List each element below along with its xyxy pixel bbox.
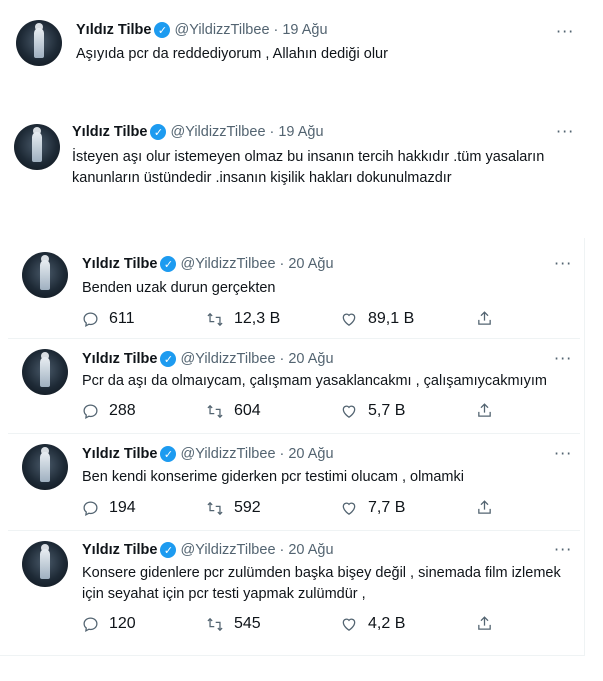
verified-badge-icon: ✓ [160,446,177,462]
tweet-date[interactable]: 20 Ağu [288,256,333,272]
retweet-count: 592 [234,499,261,516]
retweet-icon [207,312,223,326]
verified-badge-icon: ✓ [160,256,177,272]
retweet-icon [207,501,223,515]
more-icon[interactable]: ··· [554,444,572,463]
tweet-date[interactable]: 20 Ağu [288,542,333,558]
verified-badge-icon: ✓ [160,542,177,558]
like-count: 7,7 B [368,499,406,516]
tweet-date[interactable]: 19 Ağu [282,22,327,38]
reply-count: 288 [109,402,136,419]
reply-icon [83,500,98,516]
avatar[interactable] [22,252,68,298]
avatar[interactable] [16,20,62,66]
author-name[interactable]: Yıldız Tilbe [76,22,151,38]
tweet-date[interactable]: 20 Ağu [288,446,333,462]
like-button[interactable]: 4,2 B [340,615,405,633]
retweet-count: 545 [234,615,261,632]
avatar[interactable] [22,444,68,490]
author-name[interactable]: Yıldız Tilbe [82,351,157,367]
more-icon[interactable]: ··· [554,540,572,559]
tweet[interactable]: Yıldız Tilbe ✓ @YildizzTilbee · 19 Ağu ·… [0,112,603,222]
tweet-text: Aşıyıda pcr da reddediyorum , Allahın de… [76,46,388,62]
tweet-text: Konsere gidenlere pcr zulümden başka biş… [82,565,561,602]
like-icon [342,313,356,326]
like-button[interactable]: 89,1 B [340,310,414,328]
author-name[interactable]: Yıldız Tilbe [82,256,157,272]
verified-badge-icon: ✓ [154,22,171,38]
separator-dot: · [279,542,285,558]
author-handle[interactable]: @YildizzTilbee [180,351,275,367]
author-handle[interactable]: @YildizzTilbee [170,124,265,140]
retweet-button[interactable]: 545 [206,615,261,633]
share-button[interactable] [476,402,503,419]
reply-button[interactable]: 611 [82,310,135,328]
separator-dot: · [279,351,285,367]
share-button[interactable] [476,615,503,632]
share-icon [478,616,491,630]
more-icon[interactable]: ··· [556,22,574,41]
retweet-button[interactable]: 12,3 B [206,310,280,328]
verified-badge-icon: ✓ [150,124,167,140]
separator-dot: · [269,124,275,140]
retweet-icon [207,617,223,631]
like-count: 4,2 B [368,615,406,632]
like-button[interactable]: 5,7 B [340,402,405,420]
retweet-button[interactable]: 592 [206,499,261,517]
tweet-text: Pcr da aşı da olmaıycam, çalışmam yasakl… [82,373,547,389]
reply-count: 120 [109,615,136,632]
tweet[interactable]: Yıldız Tilbe ✓ @YildizzTilbee · 20 Ağu ·… [0,531,603,651]
share-icon [478,500,491,514]
author-handle[interactable]: @YildizzTilbee [180,542,275,558]
retweet-icon [207,404,223,418]
tweet-date[interactable]: 20 Ağu [288,351,333,367]
retweet-count: 604 [234,402,261,419]
tweet[interactable]: Yıldız Tilbe ✓ @YildizzTilbee · 20 Ağu ·… [0,240,603,338]
reply-icon [83,403,98,419]
separator-dot: · [273,22,279,38]
more-icon[interactable]: ··· [556,122,574,141]
like-icon [342,502,356,515]
reply-button[interactable]: 288 [82,402,136,420]
reply-button[interactable]: 120 [82,615,136,633]
avatar[interactable] [22,349,68,395]
like-button[interactable]: 7,7 B [340,499,405,517]
tweet-text: Ben kendi konserime giderken pcr testimi… [82,469,464,485]
separator-dot: · [279,256,285,272]
reply-count: 194 [109,499,136,516]
author-handle[interactable]: @YildizzTilbee [180,446,275,462]
more-icon[interactable]: ··· [554,254,572,273]
share-icon [478,311,491,325]
reply-icon [83,311,98,327]
tweet-text: Benden uzak durun gerçekten [82,280,276,296]
retweet-button[interactable]: 604 [206,402,261,420]
separator-dot: · [279,446,285,462]
like-count: 5,7 B [368,402,406,419]
avatar[interactable] [22,541,68,587]
reply-icon [83,616,98,632]
author-name[interactable]: Yıldız Tilbe [82,446,157,462]
share-icon [478,403,491,417]
author-handle[interactable]: @YildizzTilbee [180,256,275,272]
reply-button[interactable]: 194 [82,499,136,517]
avatar[interactable] [14,124,60,170]
share-button[interactable] [476,310,503,327]
verified-badge-icon: ✓ [160,351,177,367]
tweet[interactable]: Yıldız Tilbe ✓ @YildizzTilbee · 20 Ağu ·… [0,434,603,530]
share-button[interactable] [476,499,503,516]
author-name[interactable]: Yıldız Tilbe [72,124,147,140]
tweet-date[interactable]: 19 Ağu [278,124,323,140]
like-icon [342,618,356,631]
like-count: 89,1 B [368,310,415,327]
like-icon [342,405,356,418]
tweet-text: İsteyen aşı olur istemeyen olmaz bu insa… [72,149,545,186]
more-icon[interactable]: ··· [554,349,572,368]
author-handle[interactable]: @YildizzTilbee [174,22,269,38]
reply-count: 611 [109,310,135,327]
retweet-count: 12,3 B [234,310,281,327]
author-name[interactable]: Yıldız Tilbe [82,542,157,558]
tweet[interactable]: Yıldız Tilbe ✓ @YildizzTilbee · 19 Ağu ·… [0,0,603,100]
tweet[interactable]: Yıldız Tilbe ✓ @YildizzTilbee · 20 Ağu ·… [0,339,603,433]
